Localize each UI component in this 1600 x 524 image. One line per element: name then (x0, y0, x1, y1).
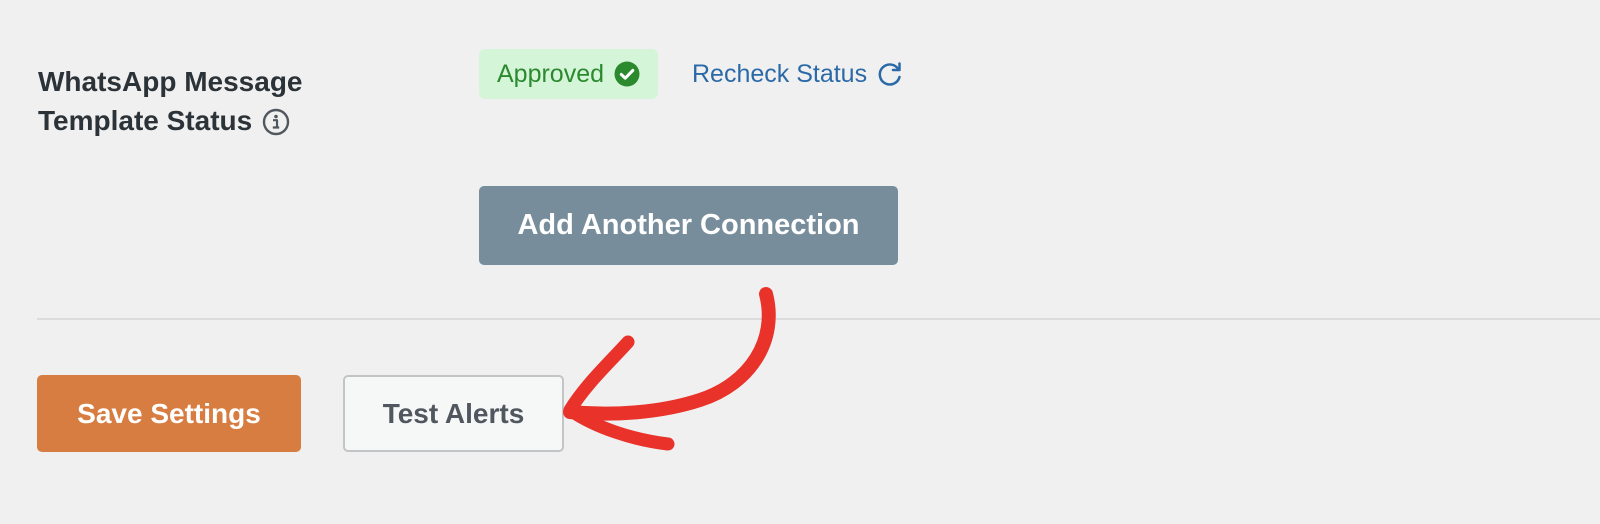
section-divider (37, 318, 1600, 320)
recheck-status-link[interactable]: Recheck Status (692, 55, 904, 93)
refresh-icon (876, 60, 904, 88)
settings-section: WhatsApp Message Template Status Approve… (0, 0, 1600, 524)
field-label-line-1: WhatsApp Message (38, 66, 303, 97)
field-label-line-2-text: Template Status (38, 105, 253, 136)
recheck-status-label: Recheck Status (692, 59, 868, 88)
check-circle-icon (614, 61, 640, 87)
save-settings-button[interactable]: Save Settings (37, 375, 301, 452)
hand-drawn-arrow-icon (563, 287, 776, 451)
field-label: WhatsApp Message Template Status (38, 62, 368, 140)
info-circle-icon[interactable] (262, 107, 290, 135)
add-another-connection-button[interactable]: Add Another Connection (479, 186, 898, 265)
test-alerts-button[interactable]: Test Alerts (343, 375, 564, 452)
field-label-line-2: Template Status (38, 101, 368, 140)
status-badge-text: Approved (497, 59, 605, 88)
status-badge: Approved (479, 49, 659, 99)
